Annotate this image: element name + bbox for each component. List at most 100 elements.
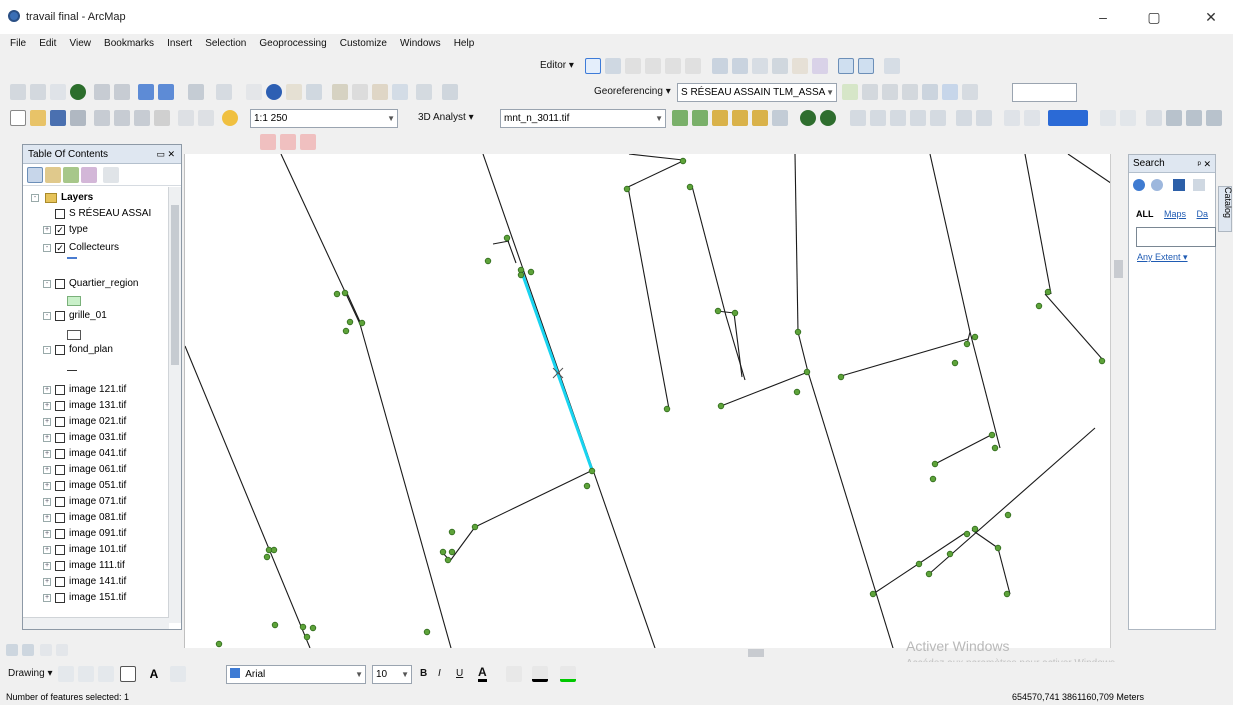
map-scale-select[interactable]: 1:1 250 ▼	[250, 109, 398, 128]
collapse-icon[interactable]: -	[43, 312, 51, 320]
pipe-segment[interactable]	[971, 529, 999, 549]
italic-button[interactable]: I	[438, 668, 441, 679]
map-canvas[interactable]	[184, 154, 1126, 648]
refresh-view-button[interactable]	[40, 644, 52, 656]
layer-visibility-checkbox[interactable]	[55, 385, 65, 395]
point-icon[interactable]	[685, 58, 701, 74]
layout-view-icon[interactable]	[1004, 110, 1020, 126]
editor-toolbar-icon[interactable]	[850, 110, 866, 126]
viewer-window-icon[interactable]	[442, 84, 458, 100]
manhole-node[interactable]	[731, 309, 739, 317]
search-window-controls[interactable]: ᵖ ✕	[1198, 155, 1211, 173]
font-name-select[interactable]: Arial ▼	[226, 665, 366, 684]
expand-icon[interactable]: +	[43, 594, 51, 602]
georeferencing-layer-select[interactable]: S RÉSEAU ASSAIN TLM_ASSA ▼	[677, 83, 837, 102]
marker-color-icon[interactable]	[560, 666, 576, 682]
layer-visibility-checkbox[interactable]: ✓	[55, 225, 65, 235]
manhole-node[interactable]	[1035, 302, 1043, 310]
back-arrow-icon[interactable]	[1133, 179, 1145, 191]
expand-icon[interactable]: +	[43, 402, 51, 410]
pipe-segment[interactable]	[928, 427, 1096, 575]
pipe-segment[interactable]	[474, 469, 594, 528]
manhole-node[interactable]	[869, 590, 877, 598]
expand-icon[interactable]: +	[43, 530, 51, 538]
manhole-node[interactable]	[303, 633, 311, 641]
python-icon[interactable]	[956, 110, 972, 126]
manhole-node[interactable]	[663, 405, 671, 413]
pipe-segment[interactable]	[492, 240, 510, 245]
full-extent-icon[interactable]	[70, 84, 86, 100]
layer-visibility-checkbox[interactable]	[55, 279, 65, 289]
fixed-zoom-out-icon[interactable]	[114, 84, 130, 100]
menu-bookmarks[interactable]: Bookmarks	[104, 34, 154, 54]
contrast-icon[interactable]	[1186, 110, 1202, 126]
manhole-node[interactable]	[341, 289, 349, 297]
end-point-arc-icon[interactable]	[645, 58, 661, 74]
manhole-node[interactable]	[988, 431, 996, 439]
toc-layer-row[interactable]: - grille_01	[23, 309, 169, 323]
manhole-node[interactable]	[342, 327, 350, 335]
add-text-icon[interactable]	[300, 134, 316, 150]
redo-icon[interactable]	[198, 110, 214, 126]
clear-selection-icon[interactable]	[216, 84, 232, 100]
rotate-georef-icon[interactable]	[862, 84, 878, 100]
arctoolbox-icon[interactable]	[930, 110, 946, 126]
table-of-contents-icon[interactable]	[870, 110, 886, 126]
rotate-icon[interactable]	[792, 58, 808, 74]
line-of-sight-icon[interactable]	[752, 110, 768, 126]
pipe-segment[interactable]	[627, 159, 686, 188]
pipe-segment[interactable]	[969, 331, 1001, 449]
manhole-node[interactable]	[971, 525, 979, 533]
pipe-segment[interactable]	[345, 290, 362, 325]
view-link-icon[interactable]	[942, 84, 958, 100]
menu-windows[interactable]: Windows	[400, 34, 441, 54]
manhole-node[interactable]	[714, 307, 722, 315]
layer-visibility-checkbox[interactable]	[55, 545, 65, 555]
search-home-icon[interactable]	[1173, 179, 1185, 191]
manhole-node[interactable]	[793, 388, 801, 396]
minimize-button[interactable]: –	[1088, 6, 1118, 28]
expand-icon[interactable]: +	[43, 482, 51, 490]
fixed-zoom-in-icon[interactable]	[94, 84, 110, 100]
hyperlink-icon[interactable]	[286, 84, 302, 100]
manhole-node[interactable]	[527, 268, 535, 276]
reshape-icon[interactable]	[732, 58, 748, 74]
interpolate-polygon-icon[interactable]	[732, 110, 748, 126]
split-icon[interactable]	[772, 58, 788, 74]
manhole-node[interactable]	[439, 548, 447, 556]
expand-icon[interactable]: +	[43, 386, 51, 394]
shift-icon[interactable]	[882, 84, 898, 100]
expand-icon[interactable]: +	[43, 578, 51, 586]
layer-visibility-checkbox[interactable]	[55, 417, 65, 427]
toc-layer-row[interactable]: + image 021.tif	[23, 415, 169, 429]
add-control-points-icon[interactable]	[842, 84, 858, 100]
close-button[interactable]: ✕	[1196, 6, 1226, 28]
layer-visibility-checkbox[interactable]	[55, 401, 65, 411]
add-dimension-icon[interactable]	[280, 134, 296, 150]
pipe-segment[interactable]	[997, 547, 1011, 595]
manhole-node[interactable]	[837, 373, 845, 381]
toc-horizontal-scrollbar[interactable]	[23, 617, 169, 629]
search-input[interactable]	[1136, 227, 1216, 247]
transparency-input[interactable]	[1012, 83, 1077, 102]
manhole-node[interactable]	[971, 333, 979, 341]
layer-visibility-checkbox[interactable]	[55, 497, 65, 507]
layer-visibility-checkbox[interactable]	[55, 529, 65, 539]
search-extent-link[interactable]: Any Extent ▾	[1137, 252, 1188, 263]
swipe-icon[interactable]	[1100, 110, 1116, 126]
expand-icon[interactable]: +	[43, 546, 51, 554]
manhole-node[interactable]	[686, 183, 694, 191]
pipe-segment[interactable]	[840, 338, 969, 377]
trace-icon[interactable]	[665, 58, 681, 74]
pipe-segment[interactable]	[627, 186, 670, 410]
find-icon[interactable]	[352, 84, 368, 100]
collapse-icon[interactable]: -	[31, 194, 39, 202]
pipe-segment[interactable]	[797, 331, 809, 373]
manhole-node[interactable]	[448, 548, 456, 556]
pipe-segment[interactable]	[1024, 154, 1052, 295]
toc-window-controls[interactable]: ▭ ✕	[156, 145, 175, 164]
layer-visibility-checkbox[interactable]	[55, 449, 65, 459]
manhole-node[interactable]	[270, 546, 278, 554]
search-window-icon[interactable]	[910, 110, 926, 126]
manhole-node[interactable]	[931, 460, 939, 468]
